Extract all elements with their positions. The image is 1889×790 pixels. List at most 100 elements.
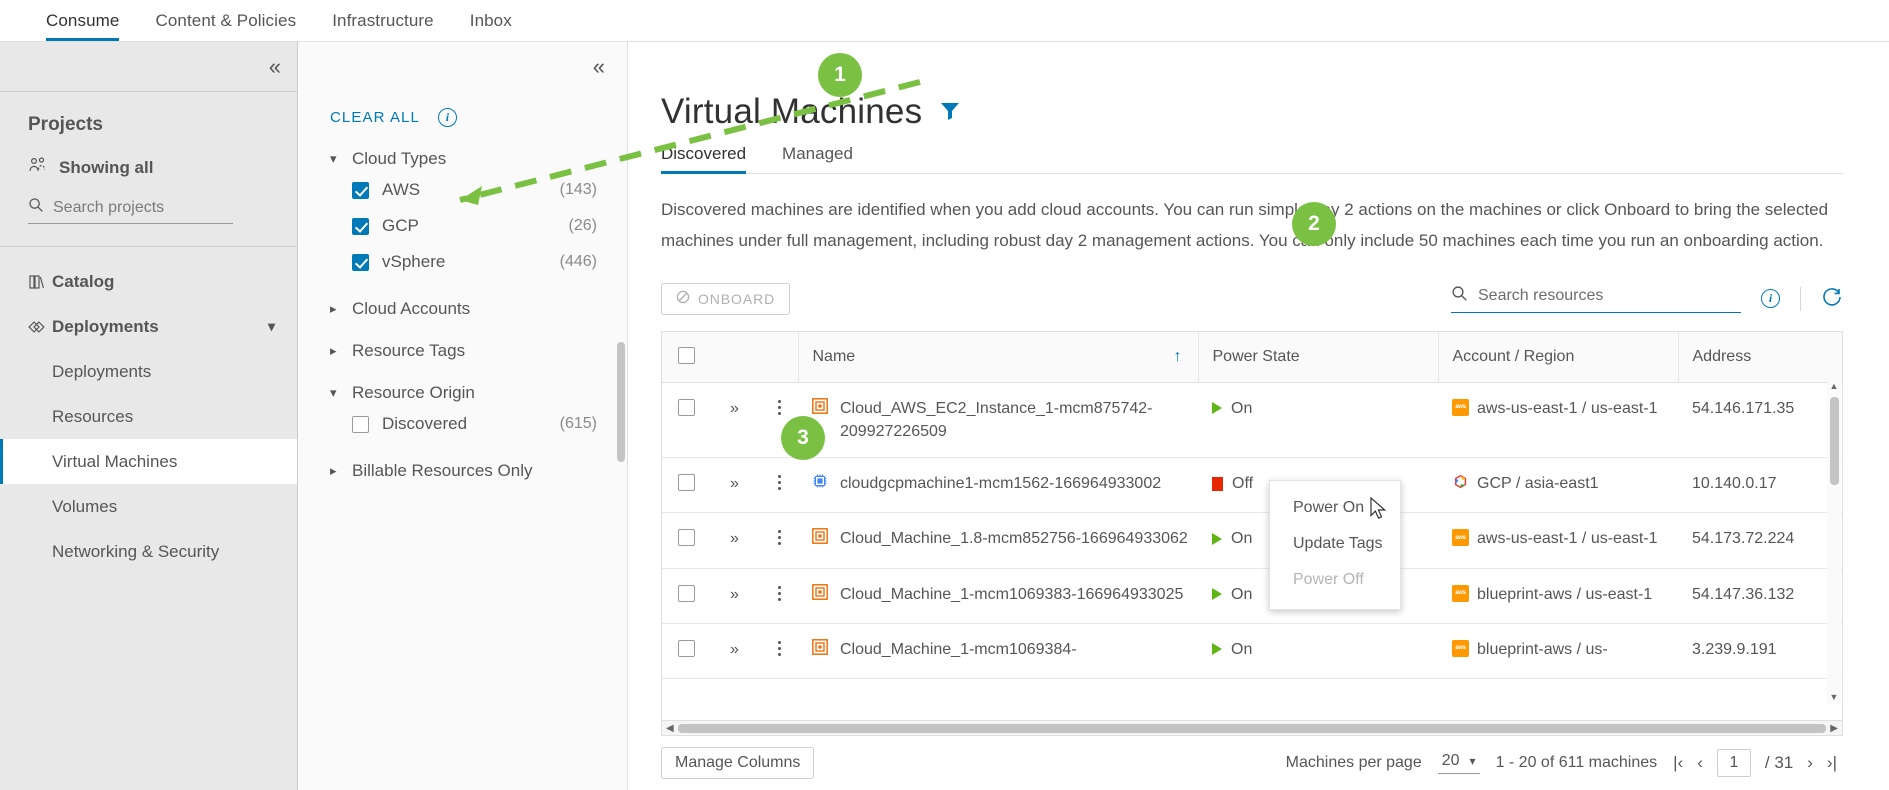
chevron-double-right-icon[interactable]: » xyxy=(730,641,739,658)
row-kebab-menu-icon[interactable] xyxy=(778,527,798,546)
filter-group-header[interactable]: ▾ Cloud Types xyxy=(298,149,627,169)
topnav-item-content-policies[interactable]: Content & Policies xyxy=(137,0,314,41)
select-all-checkbox[interactable] xyxy=(678,346,695,364)
search-projects-input[interactable] xyxy=(53,198,233,217)
chevron-double-right-icon[interactable]: » xyxy=(730,475,739,492)
table-vertical-scrollbar[interactable]: ▲ ▼ xyxy=(1827,378,1841,704)
row-kebab-menu-icon[interactable] xyxy=(778,472,798,491)
prev-page-icon[interactable]: ‹ xyxy=(1697,753,1703,773)
next-page-icon[interactable]: › xyxy=(1807,753,1813,773)
chevron-double-right-icon[interactable]: » xyxy=(730,400,739,417)
checkbox-vsphere[interactable] xyxy=(352,253,369,271)
column-header-address[interactable]: Address xyxy=(1677,331,1842,383)
topnav-label: Content & Policies xyxy=(155,10,297,30)
row-checkbox[interactable] xyxy=(678,584,695,602)
sidebar-item-catalog[interactable]: Catalog xyxy=(0,259,297,304)
topnav-item-infrastructure[interactable]: Infrastructure xyxy=(314,0,452,41)
filter-group-header[interactable]: ▸ Billable Resources Only xyxy=(298,461,627,481)
table-row[interactable]: » Cloud_AWS_EC2_Instance_1-mcm875742-209… xyxy=(662,382,1842,459)
table-row[interactable]: » Cloud_Machine_1-mcm1069383-16696493302… xyxy=(662,568,1842,624)
tab-discovered[interactable]: Discovered xyxy=(661,144,747,174)
chevron-double-right-icon[interactable]: » xyxy=(730,586,739,603)
chevron-double-right-icon[interactable]: » xyxy=(730,530,739,547)
column-header-name[interactable]: Name ↑ xyxy=(797,331,1198,383)
filter-option-aws[interactable]: AWS (143) xyxy=(298,175,627,205)
row-kebab-menu-icon[interactable] xyxy=(778,638,798,656)
machine-name[interactable]: Cloud_Machine_1-mcm1069384- xyxy=(840,638,1077,662)
row-kebab-menu-icon[interactable] xyxy=(778,583,798,601)
sidebar-item-resources[interactable]: Resources xyxy=(0,394,297,439)
checkbox-aws[interactable] xyxy=(352,181,369,199)
topnav-item-inbox[interactable]: Inbox xyxy=(452,0,530,41)
chevron-double-left-icon[interactable]: « xyxy=(269,55,281,78)
search-projects-field[interactable] xyxy=(28,197,233,224)
row-checkbox[interactable] xyxy=(678,529,695,547)
machine-name[interactable]: cloudgcpmachine1-mcm1562-166964933002 xyxy=(840,472,1161,496)
aws-ec2-instance-icon xyxy=(812,638,830,662)
sidebar-item-networking-security[interactable]: Networking & Security xyxy=(0,529,297,574)
info-circle-icon[interactable]: i xyxy=(437,108,457,127)
chevron-double-left-icon[interactable]: « xyxy=(593,56,605,78)
filter-option-vsphere[interactable]: vSphere (446) xyxy=(298,247,627,277)
row-checkbox[interactable] xyxy=(678,474,695,492)
column-label: Address xyxy=(1692,347,1752,365)
tab-managed[interactable]: Managed xyxy=(782,144,853,173)
scroll-right-arrow-icon[interactable]: ▶ xyxy=(1826,723,1842,734)
annotation-badge-1: 1 xyxy=(818,53,862,97)
scroll-down-arrow-icon[interactable]: ▼ xyxy=(1830,692,1839,702)
scroll-up-arrow-icon[interactable]: ▲ xyxy=(1830,381,1839,391)
checkbox-gcp[interactable] xyxy=(352,217,369,235)
arrow-up-icon[interactable]: ↑ xyxy=(1174,348,1182,366)
context-menu-item-update-tags[interactable]: Update Tags xyxy=(1270,526,1400,562)
vertical-scrollbar-thumb[interactable] xyxy=(1829,396,1839,485)
row-checkbox[interactable] xyxy=(678,639,695,657)
refresh-icon[interactable] xyxy=(1821,286,1843,312)
topnav-item-consume[interactable]: Consume xyxy=(28,0,137,41)
row-kebab-menu-icon[interactable] xyxy=(778,397,798,415)
filter-option-discovered[interactable]: Discovered (615) xyxy=(298,409,627,439)
column-header-account-region[interactable]: Account / Region xyxy=(1437,331,1678,383)
page-number-input[interactable] xyxy=(1716,749,1751,777)
search-resources-field[interactable] xyxy=(1451,285,1741,313)
funnel-filter-icon[interactable] xyxy=(938,99,962,126)
scroll-left-arrow-icon[interactable]: ◀ xyxy=(662,723,678,734)
column-header-power-state[interactable]: Power State xyxy=(1197,331,1438,383)
filter-group-header[interactable]: ▾ Resource Origin xyxy=(298,383,627,403)
horizontal-scrollbar-thumb[interactable] xyxy=(678,723,1826,733)
machine-name[interactable]: Cloud_Machine_1.8-mcm852756-166964933062 xyxy=(840,527,1188,551)
manage-columns-button[interactable]: Manage Columns xyxy=(661,747,815,779)
showing-all-row[interactable]: Showing all xyxy=(0,136,297,179)
row-checkbox[interactable] xyxy=(678,398,695,416)
users-group-icon xyxy=(28,156,48,179)
table-row[interactable]: » cloudgcpmachine1-mcm1562-166964933002 xyxy=(662,457,1842,514)
machine-name[interactable]: Cloud_Machine_1-mcm1069383-166964933025 xyxy=(840,583,1183,607)
aws-ec2-instance-icon xyxy=(812,583,830,607)
sidebar-item-virtual-machines[interactable]: Virtual Machines xyxy=(0,439,297,484)
table-row[interactable]: » Cloud_Machine_1-mcm1069384- On aws blu… xyxy=(662,623,1842,680)
sidebar-item-label: Networking & Security xyxy=(52,541,220,561)
aws-ec2-instance-icon xyxy=(812,528,830,551)
sidebar-item-label: Resources xyxy=(52,406,134,426)
clear-all-button[interactable]: CLEAR ALL xyxy=(330,109,420,126)
sidebar-item-volumes[interactable]: Volumes xyxy=(0,484,297,529)
checkbox-discovered[interactable] xyxy=(352,415,369,433)
info-circle-icon[interactable]: i xyxy=(1761,289,1780,309)
filter-group-resource-tags: ▸ Resource Tags xyxy=(298,341,627,361)
last-page-icon[interactable]: ›| xyxy=(1827,753,1837,773)
sidebar-item-deployments[interactable]: Deployments xyxy=(0,349,297,394)
chevron-down-icon[interactable]: ▾ xyxy=(268,318,275,335)
filter-group-header[interactable]: ▸ Cloud Accounts xyxy=(298,299,627,319)
filter-group-header[interactable]: ▸ Resource Tags xyxy=(298,341,627,361)
pagination-controls: Machines per page 20 ▾ 1 - 20 of 611 mac… xyxy=(1286,749,1837,777)
filter-option-gcp[interactable]: GCP (26) xyxy=(298,211,627,241)
first-page-icon[interactable]: |‹ xyxy=(1673,753,1683,773)
sidebar-item-deployments-group[interactable]: Deployments ▾ xyxy=(0,304,297,349)
table-horizontal-scrollbar[interactable]: ◀ ▶ xyxy=(662,720,1842,735)
table-row[interactable]: » Cloud_Machine_1.8-mcm852756-1669649330… xyxy=(662,512,1842,569)
filters-scrollbar-thumb[interactable] xyxy=(617,342,625,462)
search-resources-input[interactable] xyxy=(1478,286,1741,305)
per-page-select[interactable]: 20 ▾ xyxy=(1437,752,1480,774)
machine-name[interactable]: Cloud_AWS_EC2_Instance_1-mcm875742-20992… xyxy=(840,397,1198,443)
chevron-right-icon: ▸ xyxy=(330,463,337,478)
onboard-button[interactable]: ONBOARD xyxy=(661,282,791,315)
